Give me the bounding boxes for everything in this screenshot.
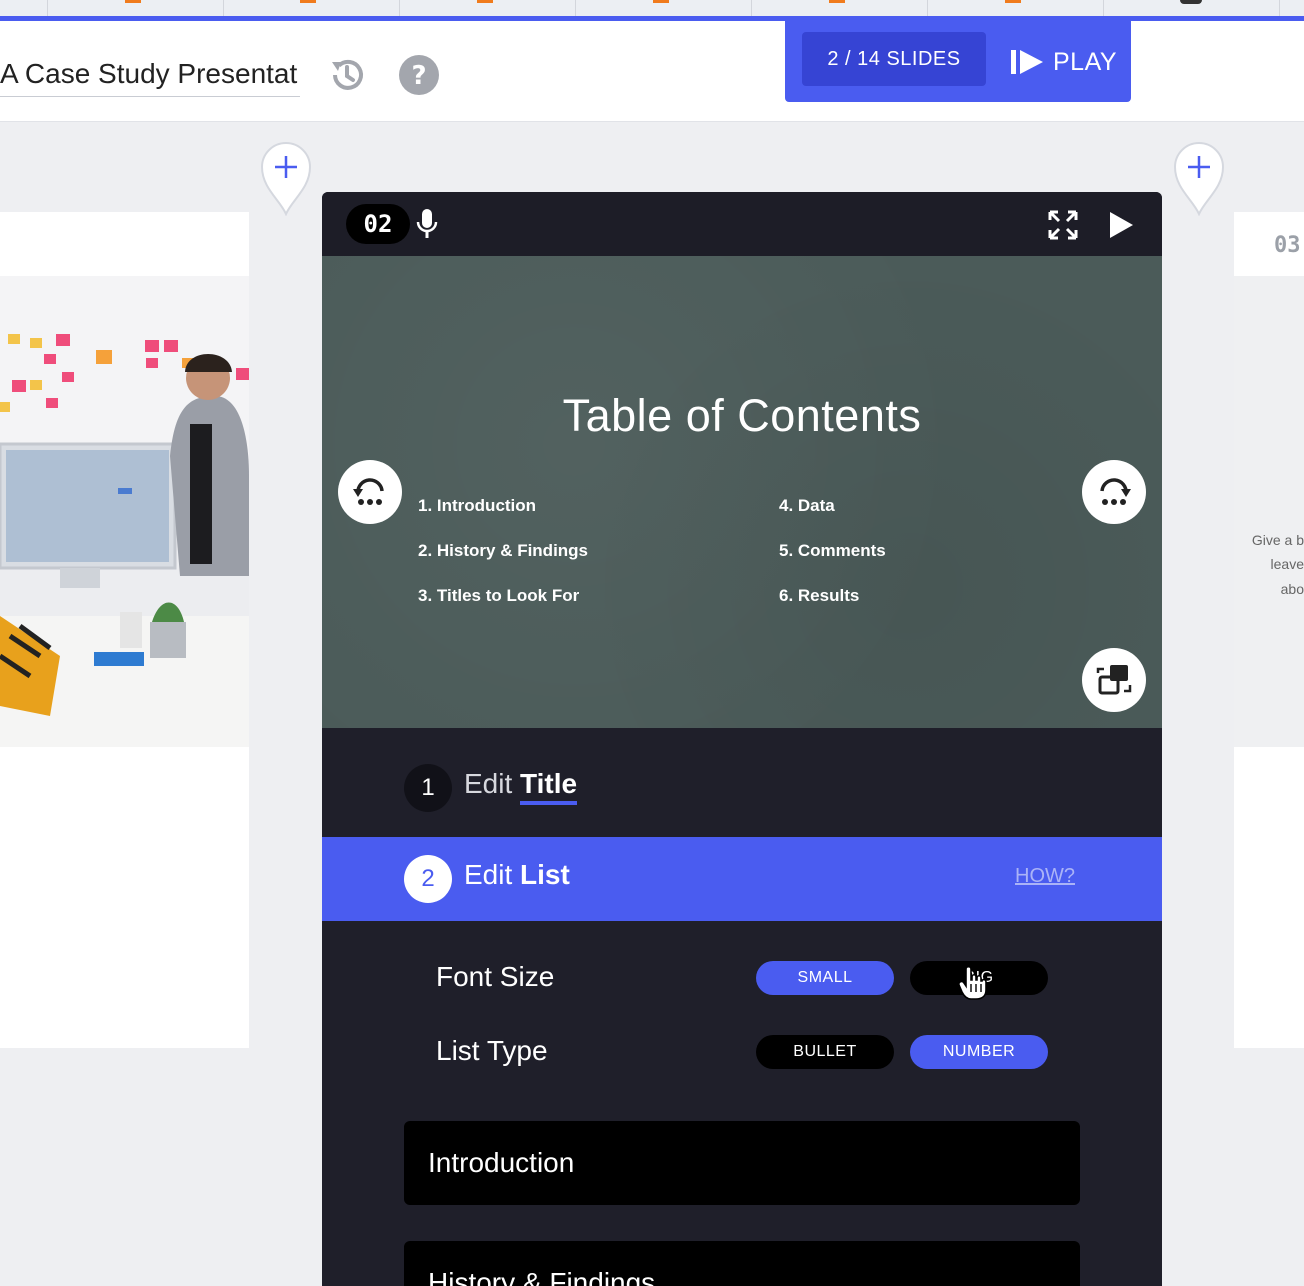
tab-separator	[399, 0, 400, 16]
slide-toolbar: 02	[322, 192, 1162, 256]
play-label: PLAY	[1053, 47, 1118, 76]
play-button[interactable]: PLAY	[1011, 45, 1117, 79]
toc-item[interactable]: 3. Titles to Look For	[418, 586, 579, 606]
font-size-label: Font Size	[436, 961, 555, 992]
tab-marker[interactable]	[829, 0, 845, 3]
font-small-button[interactable]: SMALL	[756, 961, 894, 995]
play-slide-icon[interactable]	[1108, 211, 1134, 244]
previous-slide-card[interactable]	[0, 212, 249, 1048]
number-button[interactable]: NUMBER	[910, 1035, 1048, 1069]
tab-indicator	[1180, 0, 1202, 4]
svg-text:?: ?	[411, 61, 426, 91]
microphone-icon[interactable]	[416, 208, 438, 245]
edit-list-step[interactable]: 2 Edit List HOW?	[322, 837, 1162, 921]
current-slide: 02 Table of Contents 1. Introduction 2. …	[322, 192, 1162, 1286]
how-link[interactable]: HOW?	[1015, 865, 1075, 888]
tab-separator	[1279, 0, 1280, 16]
edit-list-panel: Font Size SMALL BIG List Type BULLET NUM…	[322, 921, 1162, 1286]
step-prefix: Edit	[464, 768, 513, 799]
next-layout-button[interactable]	[1082, 460, 1146, 524]
toc-item[interactable]: 5. Comments	[779, 541, 886, 561]
toc-item[interactable]: 4. Data	[779, 496, 835, 516]
tab-separator	[575, 0, 576, 16]
redo-icon	[1100, 478, 1131, 505]
history-icon[interactable]	[326, 54, 368, 96]
help-icon[interactable]: ?	[398, 54, 440, 96]
previous-layout-button[interactable]	[338, 460, 402, 524]
list-item-field[interactable]: Introduction	[404, 1121, 1080, 1205]
tab-separator	[223, 0, 224, 16]
toc-item[interactable]: 2. History & Findings	[418, 541, 588, 561]
next-slide-card[interactable]: 03 Give a b leave abo	[1234, 212, 1304, 1048]
tab-marker[interactable]	[300, 0, 316, 3]
next-slide-text-1: Give a b	[1251, 532, 1304, 548]
fullscreen-icon[interactable]	[1048, 210, 1078, 245]
swap-icon	[1096, 665, 1132, 695]
tab-strip	[0, 0, 1304, 16]
next-slide-preview: Give a b leave abo	[1234, 276, 1304, 747]
tab-separator	[927, 0, 928, 16]
tab-marker[interactable]	[125, 0, 141, 3]
undo-icon	[353, 478, 384, 505]
presentation-title-input[interactable]	[0, 51, 300, 97]
step-number: 1	[404, 764, 452, 812]
tab-marker[interactable]	[653, 0, 669, 3]
tab-separator	[47, 0, 48, 16]
list-type-label: List Type	[436, 1035, 548, 1066]
next-slide-text-3: abo	[1280, 581, 1304, 597]
edit-title-step[interactable]: 1 Edit Title	[322, 728, 1162, 837]
edit-list-label: Edit List	[464, 859, 570, 891]
step-number: 2	[404, 855, 452, 903]
plus-icon	[1173, 142, 1225, 217]
swap-layout-button[interactable]	[1082, 648, 1146, 712]
toc-item[interactable]: 1. Introduction	[418, 496, 536, 516]
next-slide-number: 03	[1274, 233, 1301, 258]
plus-icon	[260, 142, 312, 217]
step-bold: Title	[520, 768, 578, 805]
slides-counter[interactable]: 2 / 14 SLIDES	[802, 32, 986, 86]
edit-title-label: Edit Title	[464, 768, 578, 805]
slide-canvas-area[interactable]: Table of Contents 1. Introduction 2. His…	[322, 256, 1162, 777]
editor-header: ? 2 / 14 SLIDES PLAY	[0, 21, 1304, 122]
office-photo-image	[0, 276, 249, 747]
toc-item[interactable]: 6. Results	[779, 586, 859, 606]
add-slide-before-button[interactable]	[260, 140, 312, 217]
tab-marker[interactable]	[477, 0, 493, 3]
tab-marker[interactable]	[1005, 0, 1021, 3]
tab-separator	[1103, 0, 1104, 16]
slide-number-badge: 02	[346, 204, 410, 244]
hand-cursor-icon	[958, 965, 988, 1006]
add-slide-after-button[interactable]	[1173, 140, 1225, 217]
slide-title[interactable]: Table of Contents	[322, 390, 1162, 442]
play-icon	[1011, 50, 1043, 74]
list-item-field[interactable]: History & Findings	[404, 1241, 1080, 1286]
step-prefix: Edit	[464, 859, 513, 890]
slides-controls: 2 / 14 SLIDES PLAY	[785, 21, 1131, 102]
step-bold: List	[520, 859, 570, 890]
bullet-button[interactable]: BULLET	[756, 1035, 894, 1069]
next-slide-text-2: leave	[1270, 556, 1304, 572]
tab-separator	[751, 0, 752, 16]
